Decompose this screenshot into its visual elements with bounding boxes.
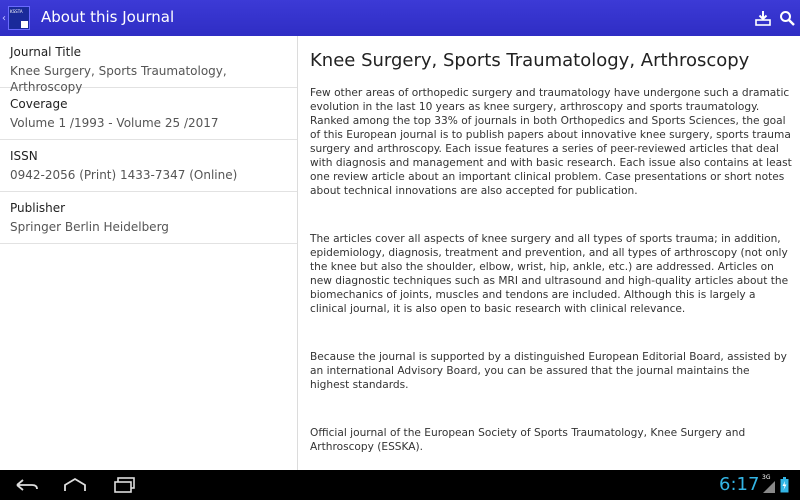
page-title: About this Journal [41, 8, 175, 26]
info-row-journal-title: Journal Title Knee Surgery, Sports Traum… [0, 36, 297, 94]
home-button[interactable] [62, 475, 90, 495]
description-paragraph: Official journal of the European Society… [310, 427, 746, 453]
network-type: 3G [762, 474, 771, 481]
system-nav-bar: 6:17 3G [0, 470, 800, 500]
back-icon [16, 479, 38, 491]
download-button[interactable] [752, 7, 774, 29]
clock: 6:17 [719, 474, 760, 495]
journal-description[interactable]: Knee Surgery, Sports Traumatology, Arthr… [300, 36, 800, 470]
download-icon [755, 11, 771, 26]
info-row-issn: ISSN 0942-2056 (Print) 1433-7347 (Online… [0, 140, 297, 192]
info-label: ISSN [10, 149, 38, 163]
app-up-button[interactable]: ‹ KSSTA [2, 4, 32, 32]
search-button[interactable] [776, 7, 798, 29]
info-label: Publisher [10, 201, 66, 215]
info-row-coverage: Coverage Volume 1 /1993 - Volume 25 /201… [0, 88, 297, 140]
description-paragraph: Because the journal is supported by a di… [310, 351, 787, 391]
recent-apps-icon [114, 477, 135, 493]
info-value: Volume 1 /1993 - Volume 25 /2017 [10, 116, 219, 130]
journal-logo-icon: KSSTA [8, 6, 30, 30]
battery-icon [780, 477, 789, 493]
info-row-publisher: Publisher Springer Berlin Heidelberg [0, 192, 297, 244]
action-bar: ‹ KSSTA About this Journal [0, 0, 800, 36]
info-value: 0942-2056 (Print) 1433-7347 (Online) [10, 168, 238, 182]
search-icon [780, 11, 795, 26]
description-paragraph: The articles cover all aspects of knee s… [310, 233, 789, 315]
back-button[interactable] [14, 475, 42, 495]
logo-text: KSSTA [10, 9, 23, 14]
description-paragraph: Few other areas of orthopedic surgery an… [310, 87, 792, 197]
recent-apps-button[interactable] [112, 475, 140, 495]
home-icon [64, 477, 86, 491]
journal-heading: Knee Surgery, Sports Traumatology, Arthr… [310, 50, 750, 71]
info-label: Coverage [10, 97, 68, 111]
info-value: Springer Berlin Heidelberg [10, 220, 169, 234]
signal-icon: 3G [762, 474, 776, 494]
journal-info-panel: Journal Title Knee Surgery, Sports Traum… [0, 36, 298, 470]
info-label: Journal Title [10, 45, 82, 59]
